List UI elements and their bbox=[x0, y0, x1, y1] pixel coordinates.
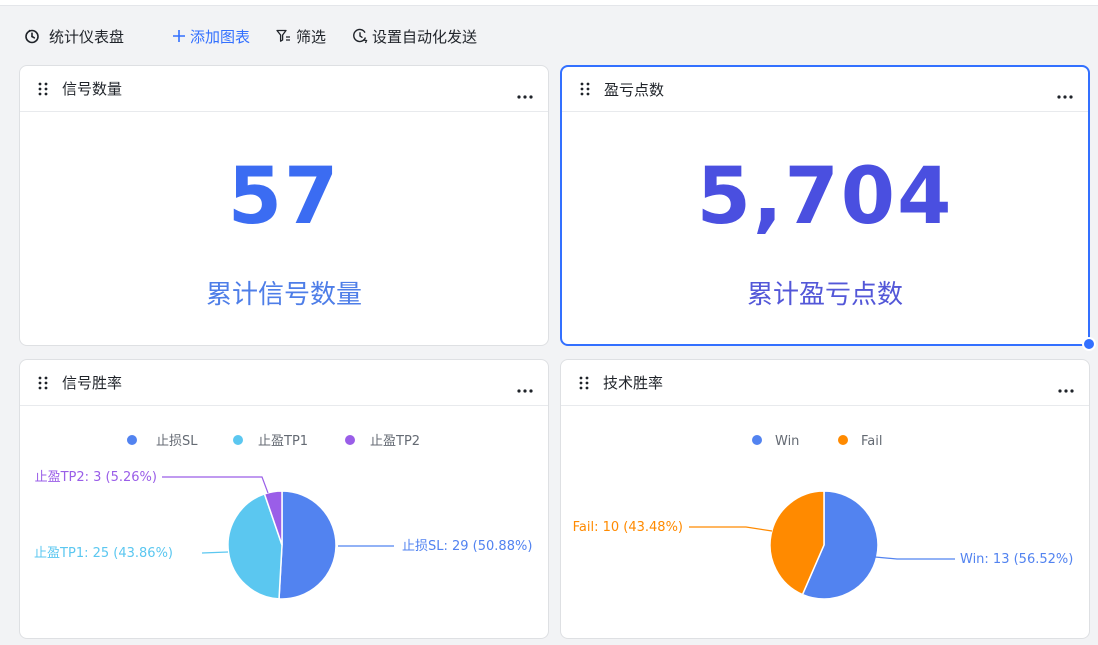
slice-data-label: 止盈TP1: 25 (43.86%) bbox=[34, 546, 173, 561]
signal-count-label: 累计信号数量 bbox=[205, 280, 362, 310]
callout-line bbox=[162, 476, 269, 494]
slice-data-label: Win: 13 (56.52%) bbox=[960, 552, 1073, 567]
filter-label: 筛选 bbox=[296, 27, 327, 46]
signal-count-value: 57 bbox=[227, 152, 341, 242]
tech-winrate-pie-chart: Win Fail Win: 13 (56.52%) Fail: 10 (43.48%) bbox=[573, 434, 1073, 600]
window-top-edge bbox=[0, 0, 1098, 6]
more-icon[interactable] bbox=[516, 86, 534, 99]
pnl-points-card[interactable]: 盈亏点数 5,704 累计盈亏点数 bbox=[560, 65, 1090, 346]
card-header: 信号胜率 bbox=[20, 360, 548, 406]
slice-data-label: 止损SL: 29 (50.88%) bbox=[402, 539, 532, 554]
callout-line bbox=[874, 556, 955, 560]
card-header: 技术胜率 bbox=[561, 360, 1089, 406]
signal-winrate-pie-chart: 止损SL 止盈TP1 止盈TP2 止损SL: 29 (50.88%) 止盈TP1: 25… bbox=[34, 434, 532, 600]
toolbar: 统计仪表盘 添加图表 筛选 设置自动化发送 bbox=[24, 24, 503, 48]
legend-label[interactable]: 止损SL bbox=[156, 434, 198, 449]
add-chart-label: 添加图表 bbox=[190, 27, 251, 46]
legend-label[interactable]: 止盈TP2 bbox=[370, 434, 420, 449]
callout-line bbox=[201, 551, 229, 554]
dashboard-icon bbox=[24, 28, 40, 44]
signal-count-card[interactable]: 信号数量 57 累计信号数量 bbox=[19, 65, 549, 346]
card-title: 信号胜率 bbox=[62, 374, 123, 392]
pnl-points-label: 累计盈亏点数 bbox=[746, 280, 903, 310]
tech-winrate-card[interactable]: 技术胜率 Win Fail Win: 13 (56.52%) Fail: 10 (43… bbox=[560, 359, 1090, 639]
legend-marker bbox=[752, 435, 762, 445]
slice-data-label: 止盈TP2: 3 (5.26%) bbox=[35, 470, 157, 485]
card-title: 盈亏点数 bbox=[604, 80, 665, 99]
drag-handle-icon[interactable] bbox=[579, 376, 589, 390]
filter-icon bbox=[276, 29, 292, 43]
more-icon[interactable] bbox=[516, 380, 534, 393]
legend-marker bbox=[838, 435, 848, 445]
auto-send-label: 设置自动化发送 bbox=[372, 27, 478, 46]
slice-data-label: Fail: 10 (43.48%) bbox=[573, 520, 683, 535]
auto-send-button[interactable]: 设置自动化发送 bbox=[352, 26, 477, 47]
pnl-points-value: 5,704 bbox=[696, 152, 954, 242]
more-icon[interactable] bbox=[1056, 86, 1074, 99]
dashboard-title: 统计仪表盘 bbox=[24, 26, 124, 47]
legend-marker bbox=[127, 435, 137, 445]
card-title: 技术胜率 bbox=[603, 374, 664, 392]
more-icon[interactable] bbox=[1057, 380, 1075, 393]
auto-send-icon bbox=[352, 28, 368, 44]
add-chart-button[interactable]: 添加图表 bbox=[172, 26, 250, 47]
legend-label[interactable]: Fail bbox=[861, 434, 882, 449]
dashboard-title-label: 统计仪表盘 bbox=[49, 27, 125, 46]
filter-button[interactable]: 筛选 bbox=[276, 26, 326, 47]
drag-handle-icon[interactable] bbox=[38, 82, 48, 96]
drag-handle-icon[interactable] bbox=[580, 82, 590, 96]
resize-handle[interactable] bbox=[1082, 337, 1096, 351]
callout-line bbox=[689, 526, 773, 532]
pie-slice[interactable] bbox=[278, 490, 337, 600]
legend-marker bbox=[345, 435, 355, 445]
drag-handle-icon[interactable] bbox=[38, 376, 48, 390]
legend-label[interactable]: 止盈TP1 bbox=[258, 434, 308, 449]
legend-label[interactable]: Win bbox=[775, 434, 799, 449]
legend-marker bbox=[233, 435, 243, 445]
signal-winrate-card[interactable]: 信号胜率 止损SL 止盈TP1 止盈TP2 止损SL: 29 (50.88%) 止盈TP… bbox=[19, 359, 549, 639]
card-title: 信号数量 bbox=[62, 80, 123, 98]
card-header: 盈亏点数 bbox=[562, 67, 1088, 112]
plus-icon bbox=[172, 29, 186, 43]
card-header: 信号数量 bbox=[20, 66, 548, 112]
